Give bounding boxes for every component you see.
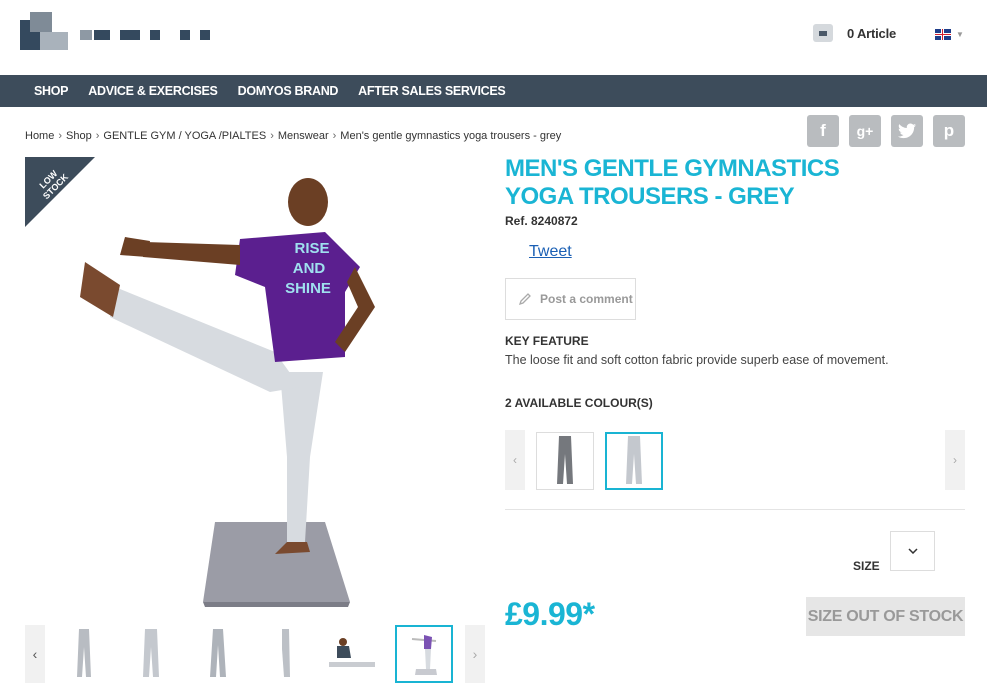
shirt-text-line1: RISE bbox=[294, 240, 329, 257]
divider bbox=[505, 509, 965, 510]
cart-icon[interactable] bbox=[813, 24, 833, 42]
size-select[interactable] bbox=[890, 531, 935, 571]
product-title: MEN'S GENTLE GYMNASTICS YOGA TROUSERS - … bbox=[505, 155, 840, 210]
nav-item-brand[interactable]: DOMYOS BRAND bbox=[238, 84, 339, 98]
cart-count[interactable]: 0 Article bbox=[847, 26, 896, 41]
thumbnail-strip: ‹ › bbox=[25, 625, 485, 685]
product-ref: Ref. 8240872 bbox=[505, 214, 578, 228]
colour-selector: ‹ › bbox=[505, 430, 965, 490]
thumbnail[interactable] bbox=[256, 625, 314, 683]
thumbnail[interactable] bbox=[323, 625, 381, 683]
pinterest-glyph: p bbox=[943, 121, 955, 140]
chevron-left-icon[interactable]: ‹ bbox=[25, 625, 45, 683]
breadcrumb-category[interactable]: GENTLE GYM / YOGA /PIALTES bbox=[103, 130, 266, 142]
breadcrumb-separator: › bbox=[270, 130, 274, 142]
chevron-right-icon[interactable]: › bbox=[465, 625, 485, 683]
breadcrumb-separator: › bbox=[95, 130, 100, 142]
uk-flag-icon[interactable] bbox=[935, 29, 951, 40]
pinterest-icon[interactable]: p bbox=[933, 115, 965, 147]
breadcrumb-menswear[interactable]: Menswear bbox=[278, 130, 329, 142]
thumbnail-active[interactable] bbox=[395, 625, 453, 683]
chevron-left-icon[interactable]: ‹ bbox=[505, 430, 525, 490]
google-plus-glyph: g+ bbox=[856, 123, 874, 139]
thumbnail[interactable] bbox=[55, 625, 113, 683]
key-feature-text: The loose fit and soft cotton fabric pro… bbox=[505, 353, 889, 367]
post-comment-label: Post a comment bbox=[540, 292, 633, 306]
google-plus-icon[interactable]: g+ bbox=[849, 115, 881, 147]
facebook-glyph: f bbox=[820, 121, 826, 140]
chevron-down-icon[interactable]: ▼ bbox=[956, 30, 964, 39]
chevron-down-icon bbox=[907, 548, 918, 554]
tweet-link[interactable]: Tweet bbox=[529, 243, 572, 261]
nav-item-advice[interactable]: ADVICE & EXERCISES bbox=[88, 84, 218, 98]
breadcrumb: Home › Shop › GENTLE GYM / YOGA /PIALTES… bbox=[25, 130, 561, 142]
post-comment-button[interactable]: Post a comment bbox=[505, 278, 636, 320]
thumbnail[interactable] bbox=[189, 625, 247, 683]
size-label: SIZE bbox=[853, 559, 880, 573]
product-main-image[interactable]: RISE AND SHINE LOW STOCK bbox=[25, 157, 485, 617]
logo[interactable] bbox=[20, 12, 220, 52]
breadcrumb-current: Men's gentle gymnastics yoga trousers - … bbox=[340, 130, 562, 142]
language-selector[interactable]: ▼ bbox=[935, 29, 964, 40]
thumbnail[interactable] bbox=[122, 625, 180, 683]
facebook-icon[interactable]: f bbox=[807, 115, 839, 147]
colour-swatch-grey[interactable] bbox=[605, 432, 663, 490]
size-out-of-stock-button: SIZE OUT OF STOCK bbox=[806, 597, 965, 636]
nav-item-after-sales[interactable]: AFTER SALES SERVICES bbox=[358, 84, 506, 98]
chevron-right-icon[interactable]: › bbox=[945, 430, 965, 490]
main-nav: SHOP ADVICE & EXERCISES DOMYOS BRAND AFT… bbox=[0, 75, 987, 107]
available-colours-title: 2 AVAILABLE COLOUR(S) bbox=[505, 396, 653, 410]
pencil-icon bbox=[518, 293, 531, 306]
breadcrumb-home[interactable]: Home bbox=[25, 130, 54, 142]
social-share: f g+ p bbox=[807, 115, 965, 147]
twitter-icon[interactable] bbox=[891, 115, 923, 147]
colour-swatch-dark-grey[interactable] bbox=[536, 432, 594, 490]
breadcrumb-separator: › bbox=[332, 130, 337, 142]
product-price: £9.99* bbox=[505, 596, 595, 632]
cart[interactable]: 0 Article bbox=[813, 24, 896, 42]
nav-item-shop[interactable]: SHOP bbox=[34, 84, 69, 98]
site-header: 0 Article ▼ bbox=[0, 0, 987, 75]
low-stock-ribbon: LOW STOCK bbox=[25, 157, 95, 227]
key-feature-title: KEY FEATURE bbox=[505, 334, 589, 348]
breadcrumb-separator: › bbox=[58, 130, 63, 142]
shirt-text-line3: SHINE bbox=[285, 280, 331, 297]
shirt-text-line2: AND bbox=[293, 260, 326, 277]
breadcrumb-shop[interactable]: Shop bbox=[66, 130, 92, 142]
